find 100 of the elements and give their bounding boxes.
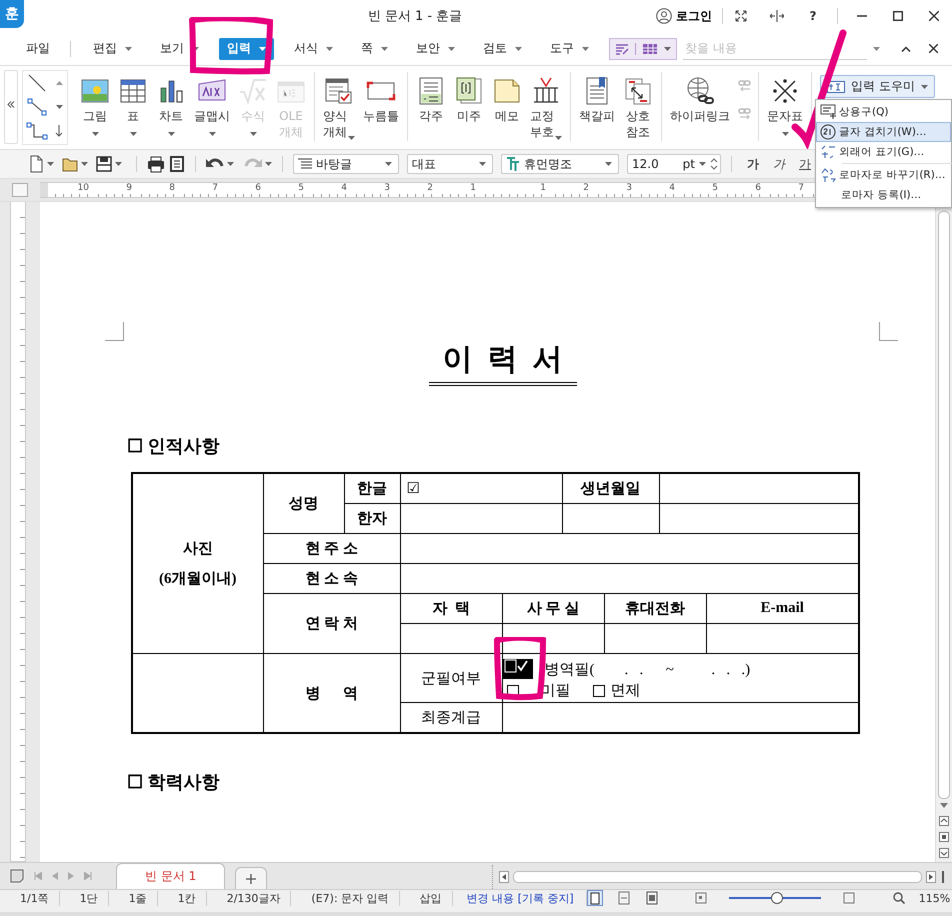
- line-icon[interactable]: [28, 74, 46, 92]
- input-helper-button[interactable]: 입력 도우미: [820, 75, 935, 98]
- scroll-down-icon[interactable]: [56, 105, 62, 109]
- italic-button[interactable]: 가: [768, 156, 790, 172]
- checkbox[interactable]: [502, 659, 532, 679]
- menu-item[interactable]: 로마자 등록(I)…: [816, 185, 951, 205]
- table-cell: 현 소 속: [263, 564, 400, 594]
- normal-view-icon[interactable]: [586, 890, 603, 906]
- login-button[interactable]: 로그인: [646, 8, 723, 24]
- paragraph-lines-icon: [298, 158, 312, 170]
- ribbon-button[interactable]: 각주: [412, 72, 450, 124]
- underline-button[interactable]: 가: [794, 156, 816, 172]
- menu-tab[interactable]: 서식: [286, 38, 341, 60]
- section-heading: ☐ 인적사항: [127, 435, 220, 458]
- expand-arrows-icon: [735, 10, 747, 22]
- close-icon[interactable]: [929, 44, 938, 53]
- window-title: 빈 문서 1 - 훈글: [366, 8, 464, 25]
- caret-icon: [920, 84, 928, 88]
- table-cell: 한자: [344, 504, 400, 534]
- globe-link-icon: [685, 76, 715, 106]
- zoom-in-page-icon[interactable]: [842, 892, 855, 904]
- split-arrows-icon: [770, 10, 784, 22]
- connector-line-icon[interactable]: [27, 98, 47, 116]
- caret-icon: [81, 162, 88, 166]
- ribbon-button[interactable]: 표: [114, 72, 152, 136]
- menu-tab[interactable]: 보안: [408, 38, 463, 60]
- style-dropdown[interactable]: 바탕글: [293, 154, 399, 174]
- minimize-icon: [857, 15, 867, 17]
- ribbon-button[interactable]: 양식 개체: [319, 72, 359, 140]
- slider-thumb[interactable]: [770, 892, 783, 904]
- ribbon-button[interactable]: 차트: [152, 72, 190, 136]
- table-cell: 한글: [344, 473, 400, 504]
- cross-reference-icon: [623, 76, 653, 106]
- search-field[interactable]: 찾을 내용: [683, 37, 867, 60]
- full-page-icon[interactable]: [644, 891, 659, 905]
- ribbon-button[interactable]: 하이퍼링크: [666, 72, 734, 124]
- crop-mark: [879, 322, 898, 341]
- elbow-connector-icon[interactable]: [26, 122, 48, 140]
- page-view-icon[interactable]: [10, 869, 24, 883]
- page-icon[interactable]: [939, 832, 949, 842]
- ribbon-button[interactable]: 누름틀: [359, 72, 403, 124]
- option-label: 면제: [610, 682, 640, 700]
- menu-tab[interactable]: 쪽: [353, 38, 396, 60]
- table-cell: 연 락 처: [263, 594, 400, 654]
- menu-item[interactable]: 로마자로 바꾸기(R)…: [816, 165, 951, 185]
- ribbon-button[interactable]: 미주: [450, 72, 488, 124]
- collapse-icon[interactable]: [901, 46, 911, 52]
- checkbox[interactable]: [506, 684, 518, 696]
- toolbar-toggle-button[interactable]: [609, 38, 677, 60]
- menu-item[interactable]: 글자 겹치기(W)…: [816, 122, 951, 142]
- fit-width-icon[interactable]: [616, 891, 631, 905]
- link-left-icon: [738, 80, 752, 92]
- checkbox[interactable]: [592, 684, 604, 696]
- status-field: 1단: [60, 890, 109, 906]
- scroll-up-icon[interactable]: [56, 81, 62, 85]
- printer-icon[interactable]: [147, 155, 165, 173]
- zoom-percent: 115%: [918, 892, 950, 904]
- caret-icon: [479, 162, 486, 166]
- maximize-icon: [893, 11, 903, 21]
- document-title: 이 력 서: [428, 339, 576, 386]
- status-field: 삽입: [400, 890, 453, 906]
- menu-tab[interactable]: 보기: [152, 38, 207, 60]
- romanize-icon: [820, 167, 836, 183]
- app-logo: 훈: [0, 0, 24, 28]
- ribbon-button[interactable]: 교정 부호: [526, 72, 566, 140]
- section-heading: ☐ 학력사항: [127, 771, 220, 794]
- menu-item[interactable]: 상용구(Q): [816, 102, 951, 122]
- ribbon-button[interactable]: 글맵시: [190, 72, 234, 136]
- grid-icon: [642, 42, 658, 54]
- ribbon-button[interactable]: 그림: [76, 72, 114, 136]
- zoom-out-page-icon[interactable]: [694, 892, 707, 904]
- menu-tab[interactable]: 도구: [542, 38, 597, 60]
- ribbon-button[interactable]: 책갈피: [575, 72, 619, 124]
- add-tab-button[interactable]: +: [235, 867, 267, 889]
- menu-item[interactable]: 외래어 표기(G)…: [816, 142, 951, 162]
- preview-page-icon[interactable]: [169, 155, 185, 173]
- snippet-icon: [820, 104, 836, 120]
- ribbon-button[interactable]: 문자표: [763, 72, 807, 136]
- page-down-icon[interactable]: [939, 848, 949, 858]
- option-label: 병역필( . . ~ . . .): [544, 660, 750, 678]
- scroll-down-icon[interactable]: [940, 803, 948, 808]
- caret-icon: [699, 162, 706, 166]
- new-document-icon[interactable]: [28, 155, 44, 173]
- menu-tab[interactable]: 검토: [475, 38, 530, 60]
- language-dropdown[interactable]: 대표: [407, 154, 493, 174]
- document-tab[interactable]: 빈 문서 1: [116, 863, 226, 889]
- ribbon-button[interactable]: 메모: [488, 72, 526, 124]
- bold-button[interactable]: 가: [742, 156, 764, 172]
- page-up-icon[interactable]: [939, 816, 949, 826]
- caret-icon: [605, 162, 612, 166]
- menu-tab[interactable]: 파일: [18, 38, 58, 60]
- form-check-icon: [324, 76, 354, 106]
- pen-lines-icon: [615, 42, 629, 54]
- ribbon-button[interactable]: 상호 참조: [619, 72, 657, 140]
- help-button[interactable]: ?: [795, 0, 831, 32]
- font-dropdown[interactable]: 휴먼명조: [501, 154, 619, 174]
- magnifier-icon[interactable]: [892, 892, 905, 904]
- expand-down-icon[interactable]: [55, 125, 63, 137]
- font-size-field[interactable]: 12.0 pt: [627, 154, 721, 174]
- menu-tab[interactable]: 편집: [85, 38, 140, 60]
